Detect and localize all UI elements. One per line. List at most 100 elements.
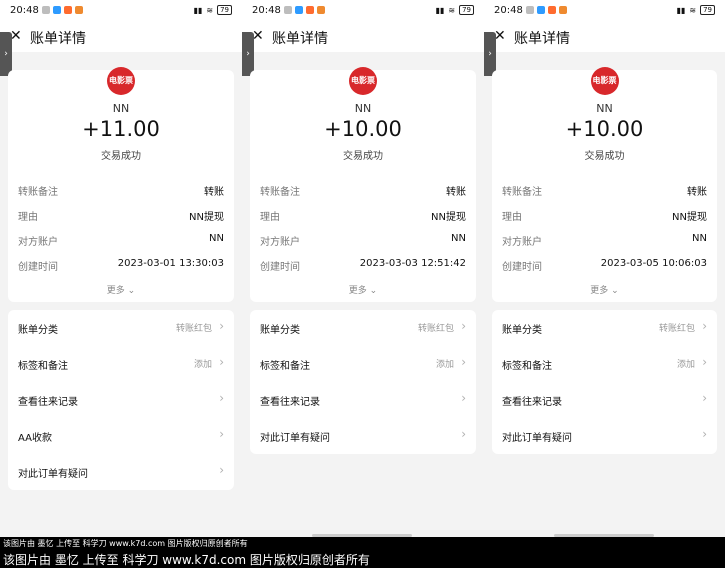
watermark-small: 该图片由 墨忆 上传至 科学刀 www.k7d.com 图片版权归原创者所有 [3, 539, 248, 548]
detail-value-account: NN [209, 233, 224, 244]
detail-key: 理由 [502, 212, 522, 223]
status-time: 20:48 [494, 5, 523, 16]
system-icons: ▮▮ ≋ 79 [194, 5, 232, 15]
notification-icons [284, 6, 325, 14]
chevron-right-icon: › [702, 355, 707, 369]
detail-row-reason: 理由 NN提现 [18, 208, 224, 223]
action-value: 添加 [676, 360, 695, 370]
notification-icon [537, 6, 545, 14]
actions-card: 账单分类 转账红包 › 标签和备注 添加 › 查看往来记录 › 对此订单有疑问 › [250, 310, 476, 454]
screenshots-strip: 20:48 ▮▮ ≋ 79 ✕ 账单详情 › 电影票 NN +11.00 交易成… [0, 0, 725, 537]
more-button[interactable]: 更多 ⌄ [492, 283, 717, 296]
signal-icon: ▮▮ [676, 5, 686, 15]
action-row[interactable]: 对此订单有疑问 › [250, 418, 476, 454]
detail-value-created: 2023-03-03 12:51:42 [359, 258, 466, 269]
chevron-down-icon: ⌄ [611, 286, 619, 296]
action-label: 标签和备注 [18, 361, 68, 372]
page-title: 账单详情 [30, 31, 86, 47]
detail-key: 转账备注 [18, 187, 58, 198]
chevron-right-icon: › [219, 427, 224, 441]
phone-screen: 20:48 ▮▮ ≋ 79 ✕ 账单详情 › 电影票 NN +10.00 交易成… [242, 0, 484, 537]
action-value: 添加 [435, 360, 454, 370]
side-drawer-handle[interactable]: › [0, 32, 12, 76]
notification-icon [53, 6, 61, 14]
transaction-status: 交易成功 [101, 151, 141, 162]
detail-row-reason: 理由 NN提现 [502, 208, 707, 223]
status-bar: 20:48 ▮▮ ≋ 79 [242, 0, 484, 22]
detail-value-reason: NN提现 [189, 212, 224, 223]
action-label: 对此订单有疑问 [260, 433, 330, 444]
phone-screen: 20:48 ▮▮ ≋ 79 ✕ 账单详情 › 电影票 NN +11.00 交易成… [0, 0, 242, 537]
notification-icon [306, 6, 314, 14]
merchant-logo: 电影票 [349, 67, 377, 95]
detail-value-created: 2023-03-01 13:30:03 [117, 258, 224, 269]
detail-key: 创建时间 [18, 262, 58, 273]
chevron-right-icon: › [219, 463, 224, 477]
detail-key: 对方账户 [18, 237, 58, 248]
more-button[interactable]: 更多 ⌄ [250, 283, 476, 296]
page-header: ✕ 账单详情 [0, 22, 242, 52]
detail-row-memo: 转账备注 转账 [502, 183, 707, 198]
notification-icon [295, 6, 303, 14]
detail-key: 对方账户 [502, 237, 542, 248]
side-drawer-handle[interactable]: › [484, 32, 496, 76]
chevron-right-icon: › [702, 427, 707, 441]
chevron-right-icon: › [4, 49, 8, 59]
detail-row-account: 对方账户 NN [502, 233, 707, 248]
transaction-status: 交易成功 [584, 151, 625, 162]
battery-icon: 79 [217, 5, 232, 15]
wifi-icon: ≋ [689, 5, 697, 15]
action-value: 转账红包 [175, 324, 212, 334]
signal-icon: ▮▮ [193, 5, 203, 15]
wifi-icon: ≋ [448, 5, 456, 15]
chevron-right-icon: › [461, 391, 466, 405]
chevron-right-icon: › [219, 319, 224, 333]
detail-key: 对方账户 [260, 237, 300, 248]
action-row[interactable]: 查看往来记录 › [250, 382, 476, 418]
merchant-logo: 电影票 [107, 67, 135, 95]
action-row[interactable]: 查看往来记录 › [492, 382, 717, 418]
detail-value-memo: 转账 [446, 187, 466, 198]
chevron-right-icon: › [461, 427, 466, 441]
detail-value-created: 2023-03-05 10:06:03 [600, 258, 707, 269]
action-row[interactable]: AA收款 › [8, 418, 234, 454]
notification-icon [42, 6, 50, 14]
bill-summary-card: 电影票 NN +10.00 交易成功 转账备注 转账 理由 NN提现 对方账户 … [492, 67, 717, 302]
payee-name: NN [596, 102, 613, 115]
more-label: 更多 [590, 286, 609, 296]
action-row[interactable]: 标签和备注 添加 › [250, 346, 476, 382]
action-label: 标签和备注 [260, 361, 310, 372]
amount: +10.00 [565, 117, 644, 141]
action-row[interactable]: 标签和备注 添加 › [492, 346, 717, 382]
detail-row-created: 创建时间 2023-03-01 13:30:03 [18, 258, 224, 273]
watermark-bar: 该图片由 墨忆 上传至 科学刀 www.k7d.com 图片版权归原创者所有 该… [0, 537, 725, 568]
amount: +11.00 [82, 117, 160, 141]
chevron-right-icon: › [246, 49, 250, 59]
detail-row-memo: 转账备注 转账 [18, 183, 224, 198]
battery-icon: 79 [459, 5, 474, 15]
action-row[interactable]: 对此订单有疑问 › [8, 454, 234, 490]
page-title: 账单详情 [514, 31, 570, 47]
action-label: 账单分类 [502, 325, 542, 336]
transaction-status: 交易成功 [343, 151, 383, 162]
side-drawer-handle[interactable]: › [242, 32, 254, 76]
more-label: 更多 [348, 286, 367, 296]
action-label: 查看往来记录 [502, 397, 562, 408]
chevron-right-icon: › [219, 391, 224, 405]
detail-row-account: 对方账户 NN [18, 233, 224, 248]
action-value: 转账红包 [658, 324, 695, 334]
chevron-right-icon: › [461, 319, 466, 333]
action-row[interactable]: 账单分类 转账红包 › [250, 310, 476, 346]
more-button[interactable]: 更多 ⌄ [8, 283, 234, 296]
merchant-logo: 电影票 [590, 67, 619, 95]
detail-row-reason: 理由 NN提现 [260, 208, 466, 223]
detail-key: 理由 [260, 212, 280, 223]
action-row[interactable]: 账单分类 转账红包 › [8, 310, 234, 346]
notification-icon [284, 6, 292, 14]
notification-icon [526, 6, 534, 14]
action-row[interactable]: 账单分类 转账红包 › [492, 310, 717, 346]
action-row[interactable]: 标签和备注 添加 › [8, 346, 234, 382]
action-row[interactable]: 查看往来记录 › [8, 382, 234, 418]
action-row[interactable]: 对此订单有疑问 › [492, 418, 717, 454]
page-header: ✕ 账单详情 [484, 22, 725, 52]
